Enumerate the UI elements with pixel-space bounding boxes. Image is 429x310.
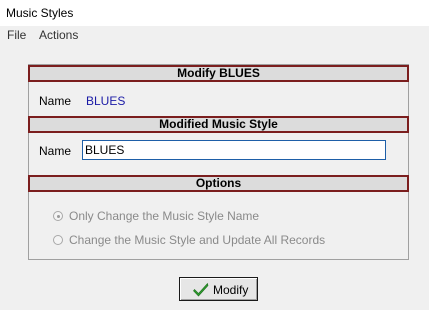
menu-actions[interactable]: Actions <box>39 28 78 42</box>
checkmark-icon <box>193 282 209 297</box>
current-name-value: BLUES <box>86 94 126 108</box>
window-title: Music Styles <box>6 6 74 20</box>
modify-button-label: Modify <box>213 283 249 297</box>
menu-bar: File Actions <box>0 26 429 44</box>
current-name-label: Name <box>39 94 72 108</box>
option-change-and-update-records-label: Change the Music Style and Update All Re… <box>69 233 326 247</box>
new-name-input[interactable] <box>82 140 386 160</box>
options-section-header: Options <box>28 175 409 192</box>
modify-button[interactable]: Modify <box>179 277 258 301</box>
title-bar: Music Styles <box>0 0 429 26</box>
new-name-label: Name <box>39 144 72 158</box>
radio-button-selected[interactable] <box>53 211 63 221</box>
radio-button-unselected[interactable] <box>53 235 63 245</box>
modified-section-header: Modified Music Style <box>28 116 409 133</box>
modify-section-header: Modify BLUES <box>28 65 409 82</box>
menu-file[interactable]: File <box>7 28 26 42</box>
option-change-name-only-label: Only Change the Music Style Name <box>69 209 260 223</box>
